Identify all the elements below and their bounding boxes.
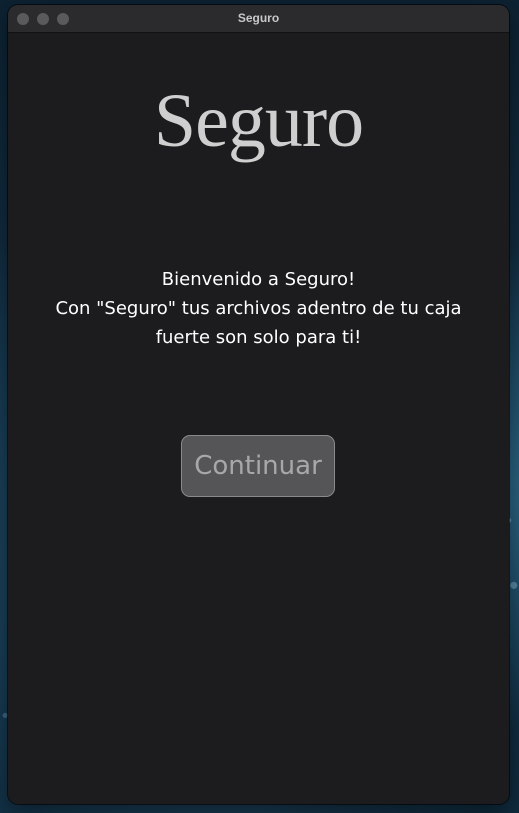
app-window: Seguro Seguro Bienvenido a Seguro! Con "… <box>8 5 509 804</box>
window-title: Seguro <box>237 11 280 25</box>
welcome-line-1: Bienvenido a Seguro! <box>161 269 356 290</box>
welcome-line-2: Con "Seguro" tus archivos adentro de tu … <box>55 298 462 319</box>
title-bar[interactable]: Seguro <box>8 5 509 33</box>
welcome-line-3: fuerte son solo para ti! <box>155 327 362 348</box>
welcome-screen: Seguro Bienvenido a Seguro! Con "Seguro"… <box>8 33 509 804</box>
continue-button[interactable]: Continuar <box>181 435 335 497</box>
app-logo: Seguro <box>153 79 364 163</box>
welcome-message: Bienvenido a Seguro! Con "Seguro" tus ar… <box>28 265 489 352</box>
